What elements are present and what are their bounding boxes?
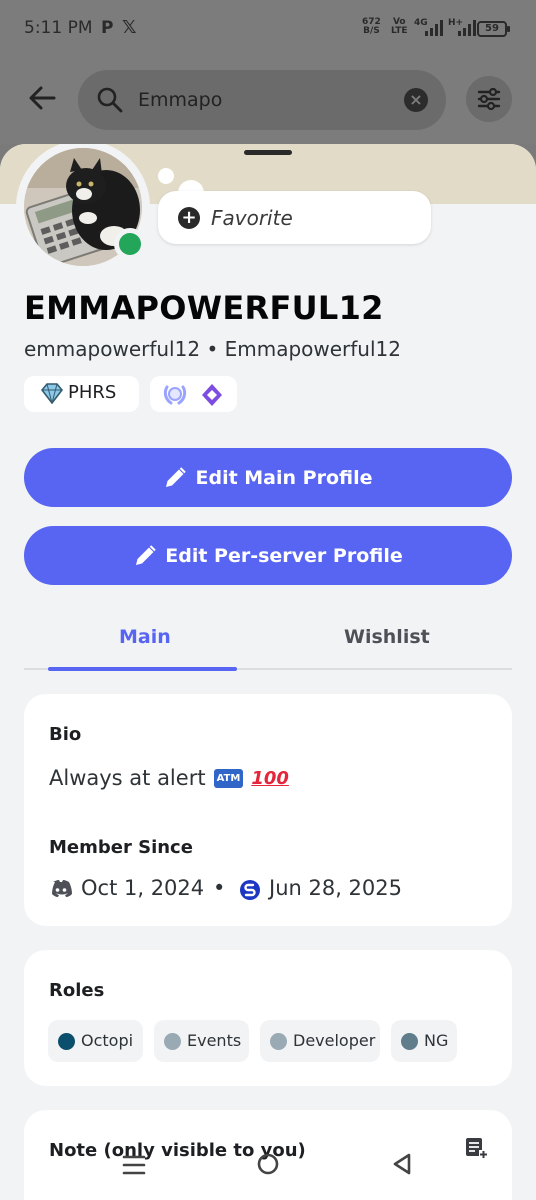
server-join-date: Jun 28, 2025 [269,876,403,900]
tab-wishlist[interactable]: Wishlist [344,626,430,648]
active-tab-indicator [48,667,237,671]
status-bubble-dot [158,168,174,184]
edit-main-profile-label: Edit Main Profile [195,466,373,489]
x-app-icon: 𝕏 [122,17,137,38]
role-name: Developer [293,1031,376,1050]
home-icon[interactable] [256,1152,280,1180]
avatar-container[interactable] [16,144,150,274]
status-bar: 5:11 PM P 𝕏 672 B/S Vo LTE 4G H+ 59 [0,0,536,60]
status-time: 5:11 PM [24,18,93,38]
system-nav-bar [0,1140,536,1200]
volte-indicator: Vo LTE [391,17,408,36]
signal-icon-2 [458,20,476,36]
role-chip[interactable]: Events [154,1020,249,1062]
clan-tag[interactable]: PHRS [24,376,139,412]
sliders-icon [477,87,501,111]
online-dot [119,233,141,255]
signal-icon-1 [425,20,443,36]
separator-dot: • [206,337,219,361]
profile-sheet: + Favorite EMMAPOWERFUL12 emmapowerful12… [0,144,536,1200]
role-name: Octopi [81,1031,134,1050]
add-plus-icon: + [178,207,200,229]
role-color-dot [401,1033,418,1050]
role-color-dot [58,1033,75,1050]
display-name: EMMAPOWERFUL12 [24,289,384,327]
hundred-emoji: 100 [251,767,289,789]
recent-apps-icon[interactable] [122,1154,146,1180]
username: emmapowerful12 [24,337,201,361]
pencil-icon [166,466,187,487]
role-chip[interactable]: Developer [260,1020,380,1062]
tab-main[interactable]: Main [119,626,171,648]
global-name: Emmapowerful12 [224,337,401,361]
member-since-heading: Member Since [49,837,193,858]
atm-emoji: ATM [213,768,244,788]
notification-p-icon: P [101,18,114,38]
favorite-label: Favorite [211,206,293,230]
bio-heading: Bio [49,724,82,745]
about-card: Bio Always at alert ATM 100 Member Since… [24,694,512,926]
search-header: Emmapo × [0,60,536,144]
filter-button[interactable] [466,76,512,122]
role-chip[interactable]: Octopi [48,1020,143,1062]
clan-tag-label: PHRS [68,382,117,403]
search-icon [96,86,124,118]
favorite-status-bubble[interactable]: + Favorite [158,191,431,244]
diamond-gem-icon [40,382,64,405]
separator-dot: • [213,876,226,900]
edit-server-profile-button[interactable]: Edit Per-server Profile [24,526,512,585]
back-triangle-icon[interactable] [390,1152,414,1180]
bio-text: Always at alert [49,766,206,790]
role-color-dot [164,1033,181,1050]
clear-search-icon[interactable]: × [404,88,428,112]
username-line: emmapowerful12 • Emmapowerful12 [24,337,401,361]
role-name: NG [424,1031,449,1050]
net-speed: 672 B/S [362,17,381,36]
nitro-badge-icon[interactable] [200,383,224,411]
server-icon [239,879,261,906]
discord-logo-icon [49,879,73,904]
role-name: Events [187,1031,242,1050]
drag-handle[interactable] [244,150,292,155]
battery-icon: 59 [477,21,510,37]
bio-text-row: Always at alert ATM 100 [49,766,289,790]
back-arrow-icon[interactable] [26,82,58,114]
roles-card: Roles Octopi Events Developer NG [24,950,512,1086]
profile-badges [150,376,237,412]
edit-server-profile-label: Edit Per-server Profile [165,544,403,567]
discord-join-date: Oct 1, 2024 [81,876,205,900]
laurel-badge-icon[interactable] [162,383,188,411]
edit-main-profile-button[interactable]: Edit Main Profile [24,448,512,507]
role-chip[interactable]: NG [391,1020,457,1062]
search-query: Emmapo [138,89,223,111]
profile-tabs: Main Wishlist [24,620,512,671]
pencil-icon [136,544,156,565]
roles-heading: Roles [49,980,105,1001]
online-status-indicator [114,228,146,260]
search-input[interactable]: Emmapo × [78,70,446,130]
role-color-dot [270,1033,287,1050]
